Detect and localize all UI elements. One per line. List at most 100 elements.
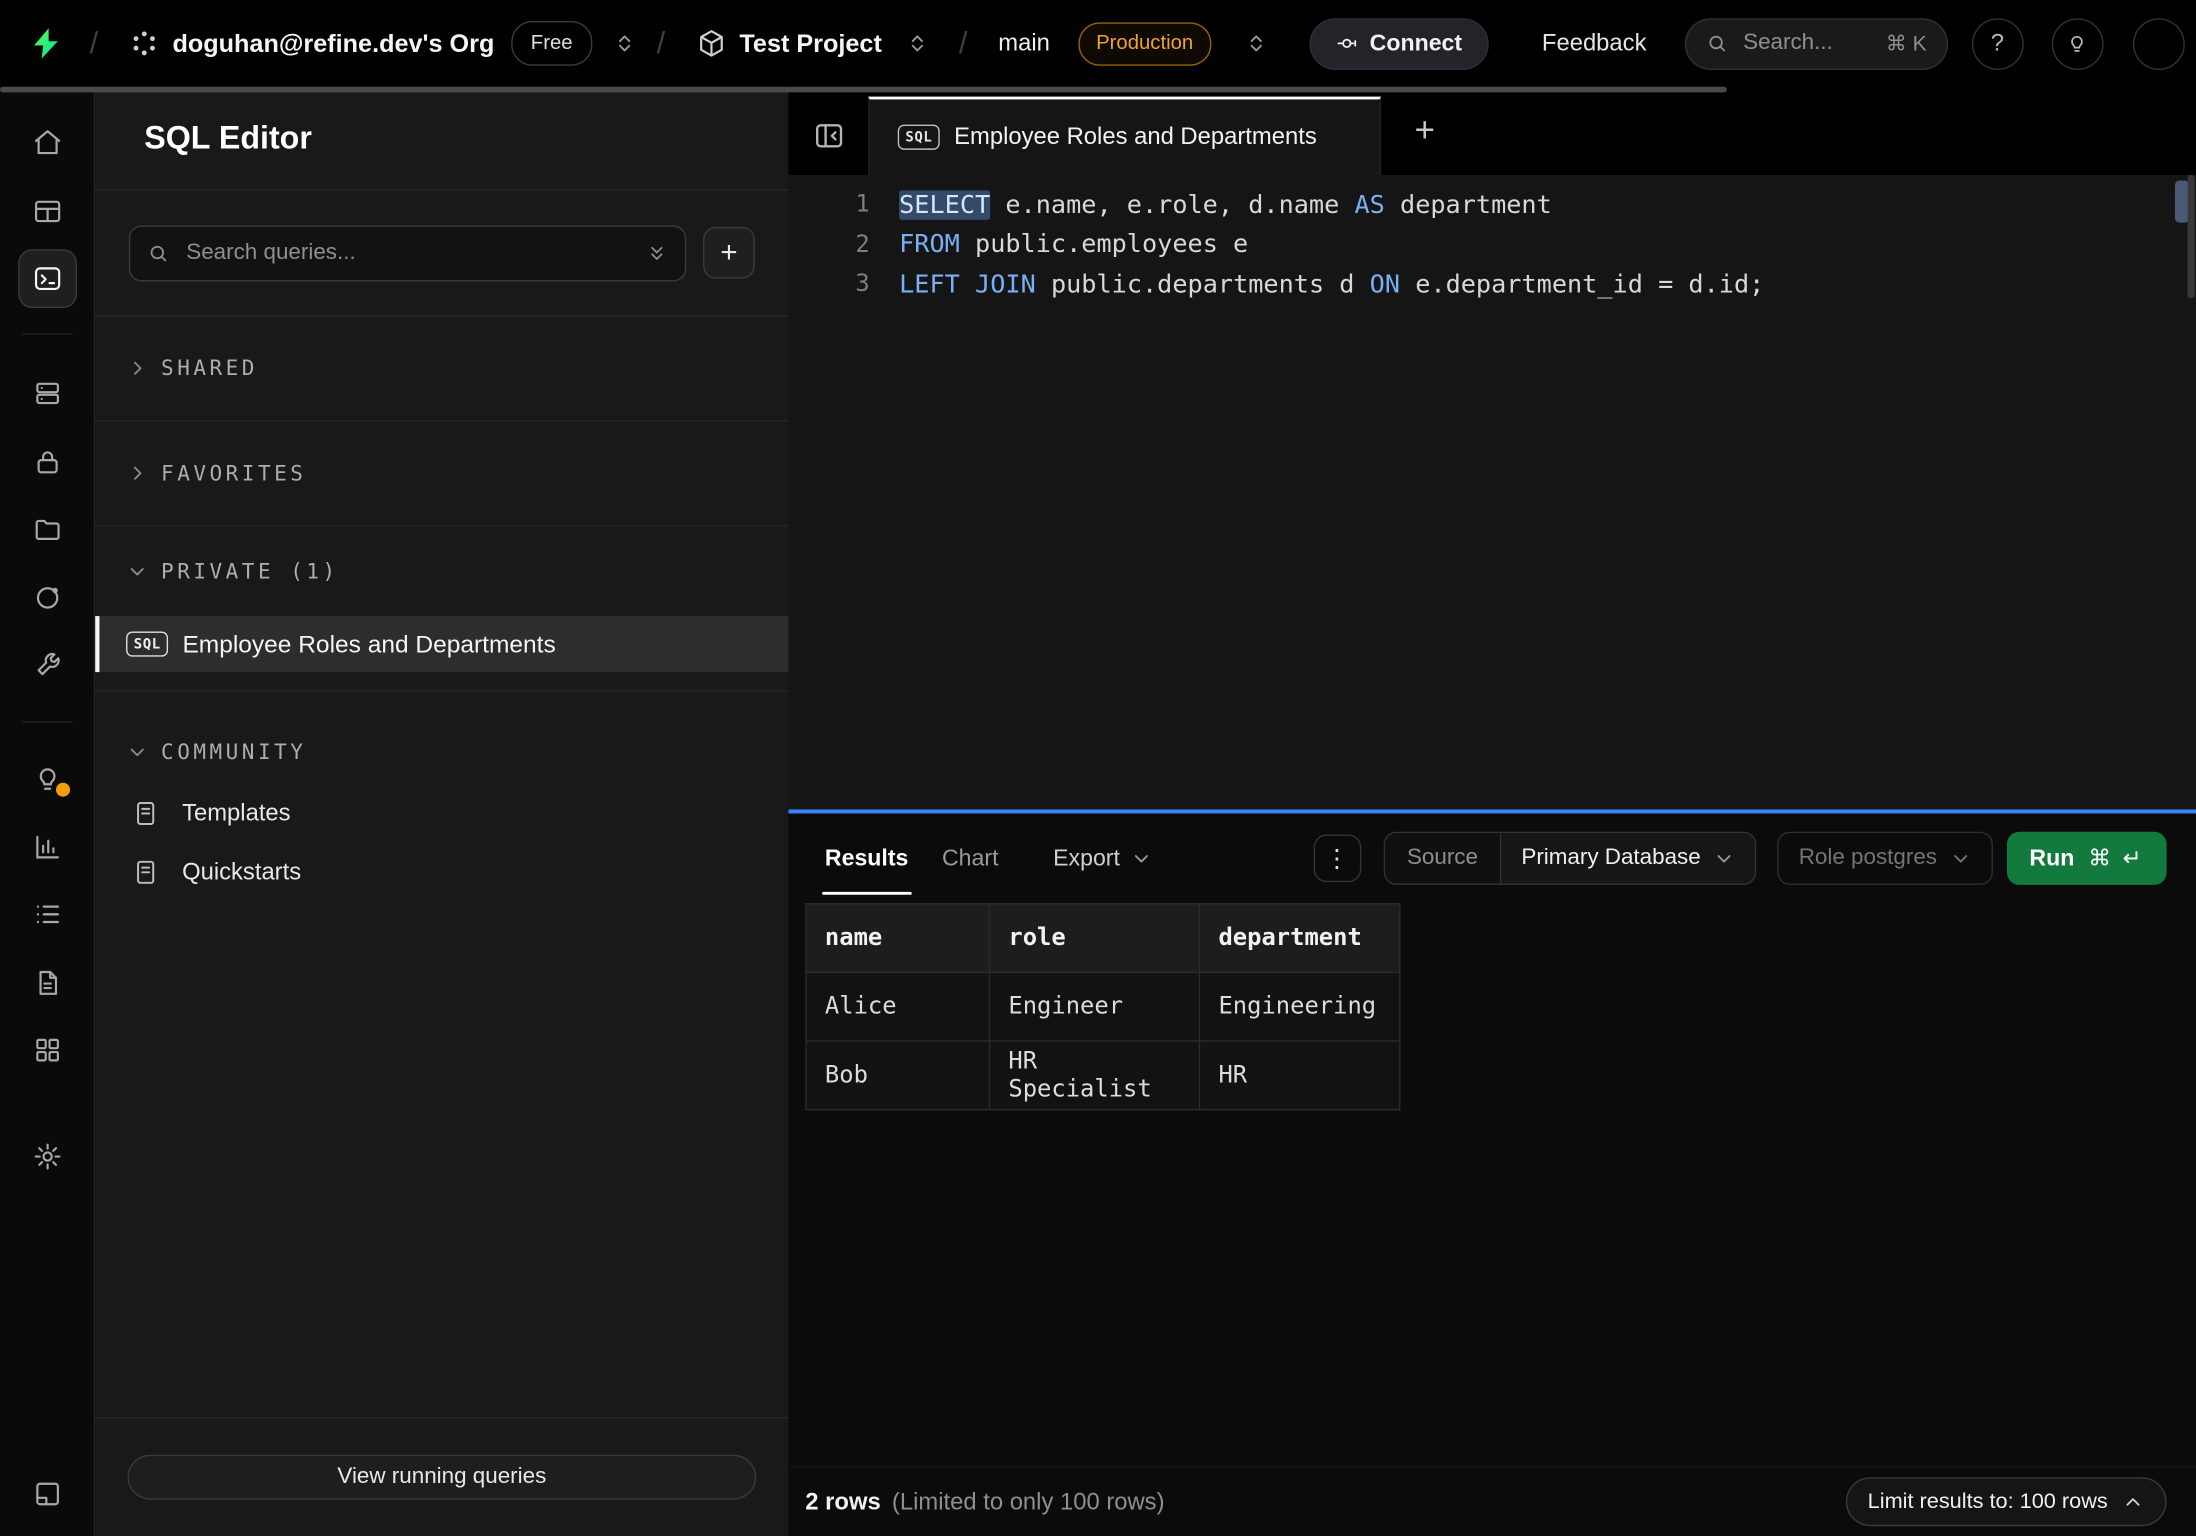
column-header[interactable]: name — [806, 904, 989, 973]
settings-gear-icon[interactable] — [0, 1131, 95, 1181]
ideas-bulb-icon[interactable] — [0, 753, 95, 803]
project-name[interactable]: Test Project — [739, 29, 881, 58]
limit-note: (Limited to only 100 rows) — [892, 1488, 1165, 1516]
tab-title: Employee Roles and Departments — [954, 123, 1317, 151]
org-name[interactable]: doguhan@refine.dev's Org — [172, 29, 494, 58]
database-select[interactable]: Primary Database — [1502, 833, 1756, 883]
table-cell[interactable]: HR Specialist — [989, 1041, 1199, 1110]
global-search-input[interactable] — [1740, 29, 1873, 57]
code-line[interactable]: 2FROM public.employees e — [788, 225, 2196, 265]
feedback-link[interactable]: Feedback — [1542, 29, 1647, 57]
code-token: public.employees e — [960, 230, 1248, 259]
org-select-chevron[interactable] — [613, 32, 635, 54]
neon-logo[interactable] — [28, 25, 64, 61]
partial-header-button[interactable] — [2132, 18, 2184, 70]
whats-new-button[interactable] — [2051, 18, 2103, 70]
plan-badge: Free — [511, 21, 592, 66]
more-options-button[interactable]: ⋮ — [1313, 835, 1361, 883]
query-search[interactable] — [129, 225, 686, 281]
chevron-down-icon — [126, 741, 148, 763]
table-cell[interactable]: Bob — [806, 1041, 989, 1110]
table-row[interactable]: AliceEngineerEngineering — [806, 972, 1400, 1041]
collapse-sidebar-icon[interactable] — [812, 119, 846, 153]
tab-chart[interactable]: Chart — [942, 814, 999, 904]
code-text: FROM public.employees e — [899, 230, 1248, 259]
branches-icon[interactable] — [0, 368, 95, 418]
search-icon — [147, 242, 169, 264]
rail-divider — [22, 333, 72, 334]
org-switcher[interactable]: doguhan@refine.dev's Org — [129, 28, 494, 59]
section-private[interactable]: PRIVATE (1) — [95, 526, 788, 616]
sql-editor-icon[interactable] — [18, 249, 77, 308]
horizontal-scrollbar-thumb[interactable] — [0, 87, 1727, 93]
wrench-icon[interactable] — [0, 640, 95, 690]
expand-all-icon[interactable] — [646, 242, 668, 264]
global-search[interactable]: ⌘ K — [1684, 18, 1947, 70]
section-shared[interactable]: SHARED — [95, 316, 788, 420]
new-tab-button[interactable]: + — [1409, 111, 1441, 152]
query-search-input[interactable] — [183, 239, 631, 267]
results-status-bar: 2 rows (Limited to only 100 rows) Limit … — [788, 1466, 2196, 1536]
operations-list-icon[interactable] — [0, 889, 95, 939]
limit-results-button[interactable]: Limit results to: 100 rows — [1845, 1477, 2166, 1526]
table-cell[interactable]: Alice — [806, 972, 989, 1041]
table-row[interactable]: BobHR SpecialistHR — [806, 1041, 1400, 1110]
line-number: 1 — [788, 191, 899, 219]
breadcrumb-separator: / — [657, 25, 666, 61]
editor-area: SQL Employee Roles and Departments + 1SE… — [788, 87, 2196, 1536]
editor-tab-bar: SQL Employee Roles and Departments + — [788, 87, 2196, 175]
panel-bottom-icon[interactable] — [0, 1469, 95, 1519]
branch-select-chevron[interactable] — [1245, 32, 1267, 54]
section-community[interactable]: COMMUNITY — [95, 720, 788, 784]
search-shortcut: ⌘ K — [1886, 31, 1927, 56]
project-switcher[interactable]: Test Project — [696, 28, 882, 59]
editor-tab-active[interactable]: SQL Employee Roles and Departments — [868, 97, 1381, 175]
window-scrollbar-thumb[interactable] — [2188, 175, 2195, 298]
query-title[interactable]: Employee Roles and Departments — [182, 629, 555, 658]
branch-name[interactable]: main — [998, 29, 1050, 57]
table-cell[interactable]: HR — [1200, 1041, 1400, 1110]
integrations-orbit-icon[interactable] — [0, 573, 95, 623]
code-token — [960, 270, 975, 299]
code-token: FROM — [899, 230, 960, 259]
help-button[interactable]: ? — [1971, 18, 2023, 70]
sidebar-item-templates[interactable]: Templates — [95, 784, 788, 843]
connect-button[interactable]: Connect — [1309, 18, 1488, 70]
column-header[interactable]: role — [989, 904, 1199, 973]
home-icon[interactable] — [0, 118, 95, 168]
rail-divider — [22, 721, 72, 722]
results-table-area: nameroledepartmentAliceEngineerEngineeri… — [788, 903, 2196, 1466]
org-icon — [129, 28, 160, 59]
code-line[interactable]: 3LEFT JOIN public.departments d ON e.dep… — [788, 265, 2196, 305]
docs-document-icon[interactable] — [0, 958, 95, 1008]
apps-blocks-icon[interactable] — [0, 1025, 95, 1075]
tables-icon[interactable] — [0, 186, 95, 236]
tab-results[interactable]: Results — [825, 814, 908, 904]
section-favorites[interactable]: FAVORITES — [95, 421, 788, 525]
view-running-queries-button[interactable]: View running queries — [127, 1455, 756, 1500]
backups-folder-icon[interactable] — [0, 504, 95, 554]
monitoring-chart-icon[interactable] — [0, 822, 95, 872]
query-list-item-active[interactable]: SQL Employee Roles and Departments — [95, 616, 788, 672]
bulb-icon — [2066, 32, 2088, 54]
new-query-button[interactable]: + — [703, 227, 755, 279]
code-line[interactable]: 1SELECT e.name, e.role, d.name AS depart… — [788, 185, 2196, 225]
project-select-chevron[interactable] — [906, 32, 928, 54]
role-select[interactable]: Role postgres — [1778, 832, 1993, 885]
results-panel: Results Chart Export ⋮ Source Primary Da… — [788, 814, 2196, 1536]
column-header[interactable]: department — [1200, 904, 1400, 973]
code-token: public.departments d — [1036, 270, 1370, 299]
run-query-button[interactable]: Run ⌘ ↵ — [2007, 832, 2167, 885]
sql-code-editor[interactable]: 1SELECT e.name, e.role, d.name AS depart… — [788, 175, 2196, 809]
neon-console: / doguhan@refine.dev's Org Free / Test P… — [0, 0, 2196, 1536]
roles-lock-icon[interactable] — [0, 437, 95, 487]
table-cell[interactable]: Engineer — [989, 972, 1199, 1041]
table-cell[interactable]: Engineering — [1200, 972, 1400, 1041]
icon-rail — [0, 87, 95, 1536]
code-token: e.name, e.role, d.name — [990, 190, 1354, 219]
query-sidebar: SQL Editor + SHARED — [95, 87, 788, 1536]
tab-export[interactable]: Export — [1053, 814, 1152, 904]
results-toolbar: Results Chart Export ⋮ Source Primary Da… — [788, 814, 2196, 904]
sidebar-item-quickstarts[interactable]: Quickstarts — [95, 843, 788, 902]
chevron-right-icon — [126, 462, 148, 484]
